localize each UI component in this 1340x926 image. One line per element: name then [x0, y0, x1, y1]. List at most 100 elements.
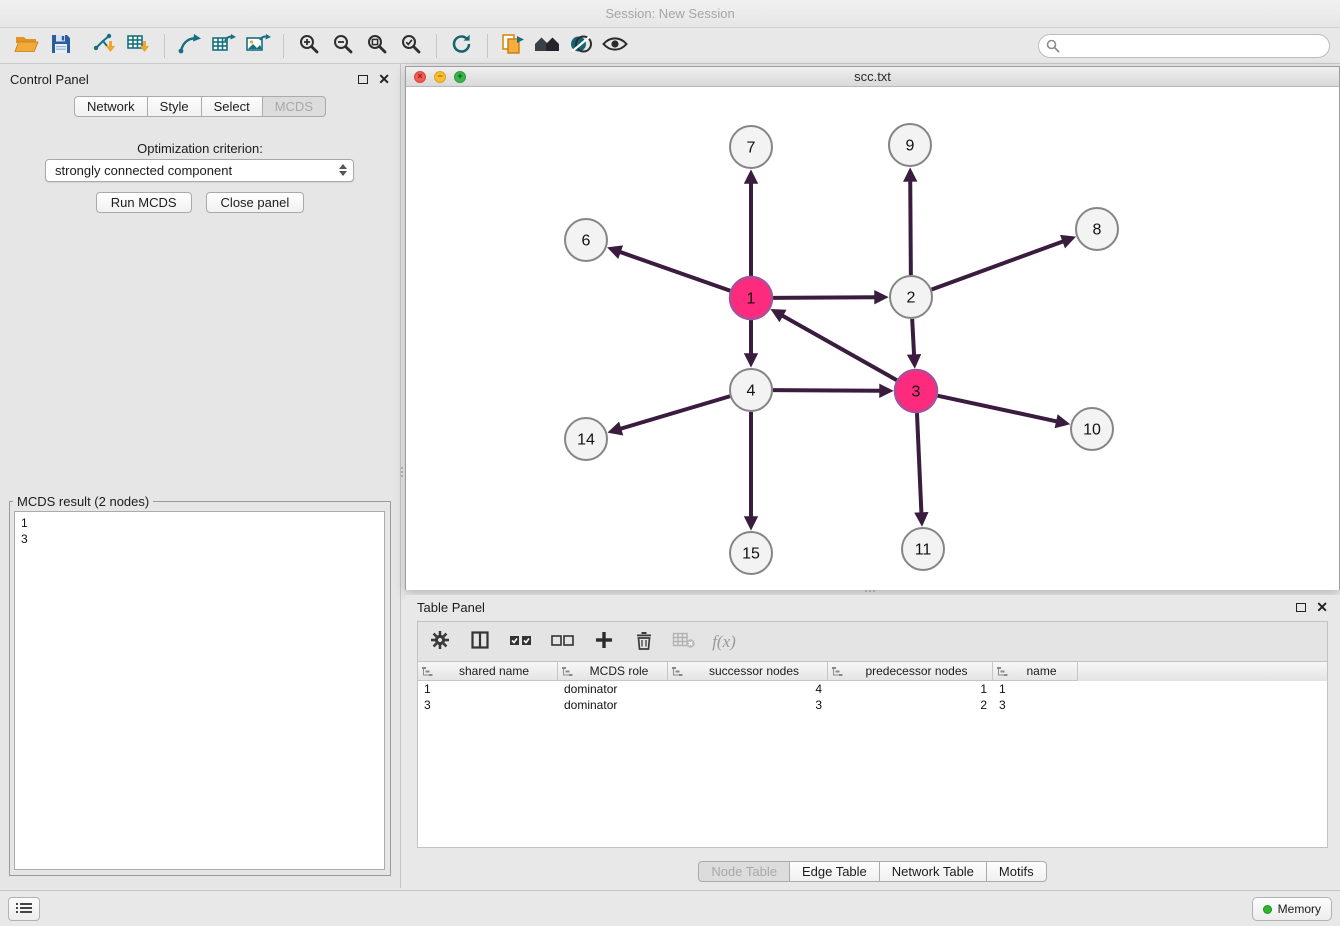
close-panel-button[interactable]: Close panel [206, 192, 305, 213]
import-table-button[interactable] [122, 31, 156, 61]
add-column-button[interactable] [592, 629, 616, 655]
zoom-out-button[interactable] [326, 31, 360, 61]
tab-motifs[interactable]: Motifs [986, 861, 1047, 882]
close-panel-icon[interactable]: ✕ [378, 72, 390, 86]
close-table-panel-icon[interactable]: ✕ [1316, 600, 1328, 614]
edge-1-6[interactable] [620, 252, 730, 291]
refresh-view-button[interactable] [445, 31, 479, 61]
tab-style[interactable]: Style [147, 96, 202, 117]
table-settings-button[interactable] [428, 629, 452, 655]
home-button[interactable] [530, 31, 564, 61]
mcds-result-groupbox: MCDS result (2 nodes) 13 [9, 494, 391, 876]
column-header-label: name [1010, 664, 1073, 678]
deselect-all-columns-button[interactable] [550, 629, 576, 655]
edge-4-3[interactable] [773, 390, 880, 391]
node-2[interactable]: 2 [890, 276, 932, 318]
column-header-name[interactable]: name [993, 662, 1078, 681]
memory-label: Memory [1278, 902, 1321, 916]
float-panel-icon[interactable] [358, 75, 368, 84]
show-hide-button[interactable] [598, 31, 632, 61]
edge-3-10[interactable] [938, 396, 1057, 422]
column-header-label: successor nodes [685, 664, 823, 678]
column-browser-button[interactable] [468, 629, 492, 655]
node-11[interactable]: 11 [902, 528, 944, 570]
eye-icon [601, 33, 629, 58]
column-header-successor-nodes[interactable]: successor nodes [668, 662, 828, 681]
attribute-icon [562, 666, 573, 677]
select-all-icon [508, 631, 534, 652]
select-all-columns-button[interactable] [508, 629, 534, 655]
attribute-icon [422, 666, 433, 677]
delete-column-button[interactable] [632, 629, 656, 655]
tab-select[interactable]: Select [201, 96, 263, 117]
mcds-result-text[interactable]: 13 [14, 511, 385, 870]
table-cell: 3 [418, 698, 558, 712]
new-network-button[interactable] [173, 31, 207, 61]
node-8[interactable]: 8 [1076, 208, 1118, 250]
task-history-button[interactable] [8, 897, 40, 921]
window-titlebar: Session: New Session [0, 0, 1340, 28]
memory-button[interactable]: Memory [1252, 897, 1332, 921]
add-icon [594, 630, 614, 653]
network-graph[interactable]: 7 9 6 8 1 2 4 3 14 10 15 11 [406, 87, 1339, 590]
tab-node-table[interactable]: Node Table [698, 861, 790, 882]
node-4[interactable]: 4 [730, 369, 772, 411]
tab-network-table[interactable]: Network Table [879, 861, 987, 882]
import-network-button[interactable] [88, 31, 122, 61]
table-row[interactable]: 3dominator323 [418, 697, 1327, 713]
svg-text:7: 7 [747, 140, 756, 157]
tab-network[interactable]: Network [74, 96, 148, 117]
network-share-icon [178, 33, 202, 58]
optimization-criterion-select[interactable]: strongly connected component [45, 159, 354, 182]
function-builder-label: f(x) [712, 632, 736, 652]
table-panel: Table Panel ✕ [405, 595, 1340, 890]
zoom-selected-button[interactable] [394, 31, 428, 61]
edge-3-11[interactable] [917, 413, 921, 513]
search-input[interactable] [1038, 34, 1330, 58]
save-session-button[interactable] [44, 31, 78, 61]
node-6[interactable]: 6 [565, 219, 607, 261]
tab-mcds[interactable]: MCDS [262, 96, 326, 117]
delete-table-button[interactable] [672, 629, 696, 655]
table-row[interactable]: 1dominator411 [418, 681, 1327, 697]
open-folder-icon [14, 33, 40, 58]
table-cell: 1 [418, 682, 558, 696]
node-table: shared nameMCDS role successor nodes prede… [417, 661, 1328, 848]
zoom-fit-button[interactable] [360, 31, 394, 61]
horizontal-splitter[interactable] [858, 588, 882, 594]
column-header-mcds-role[interactable]: MCDS role [558, 662, 668, 681]
export-table-button[interactable] [207, 31, 241, 61]
node-3[interactable]: 3 [895, 370, 937, 412]
tab-edge-table[interactable]: Edge Table [789, 861, 880, 882]
copy-annotation-icon [500, 33, 526, 58]
function-builder-button[interactable]: f(x) [712, 629, 736, 655]
node-7[interactable]: 7 [730, 126, 772, 168]
float-table-panel-icon[interactable] [1296, 603, 1306, 612]
edge-1-2[interactable] [773, 297, 875, 298]
edge-2-3[interactable] [912, 319, 914, 355]
run-mcds-button[interactable]: Run MCDS [96, 192, 192, 213]
edge-2-9[interactable] [910, 181, 911, 275]
node-15[interactable]: 15 [730, 532, 772, 574]
copy-annotation-button[interactable] [496, 31, 530, 61]
vertical-splitter[interactable] [399, 460, 405, 484]
node-9[interactable]: 9 [889, 124, 931, 166]
network-canvas[interactable]: 7 9 6 8 1 2 4 3 14 10 15 11 [406, 87, 1339, 590]
column-header-shared-name[interactable]: shared name [418, 662, 558, 681]
column-header-predecessor-nodes[interactable]: predecessor nodes [828, 662, 993, 681]
network-window-titlebar[interactable]: scc.txt × − + [406, 67, 1339, 87]
edge-3-1[interactable] [782, 316, 896, 381]
table-cell: 1 [828, 682, 993, 696]
search-icon [1046, 39, 1060, 56]
node-10[interactable]: 10 [1071, 408, 1113, 450]
edge-2-8[interactable] [932, 241, 1064, 289]
export-image-button[interactable] [241, 31, 275, 61]
status-bar: Memory [0, 890, 1340, 926]
open-session-button[interactable] [10, 31, 44, 61]
svg-text:6: 6 [582, 233, 591, 250]
node-14[interactable]: 14 [565, 418, 607, 460]
node-1[interactable]: 1 [730, 277, 772, 319]
zoom-in-button[interactable] [292, 31, 326, 61]
edge-4-14[interactable] [621, 396, 730, 428]
style-venn-button[interactable] [564, 31, 598, 61]
